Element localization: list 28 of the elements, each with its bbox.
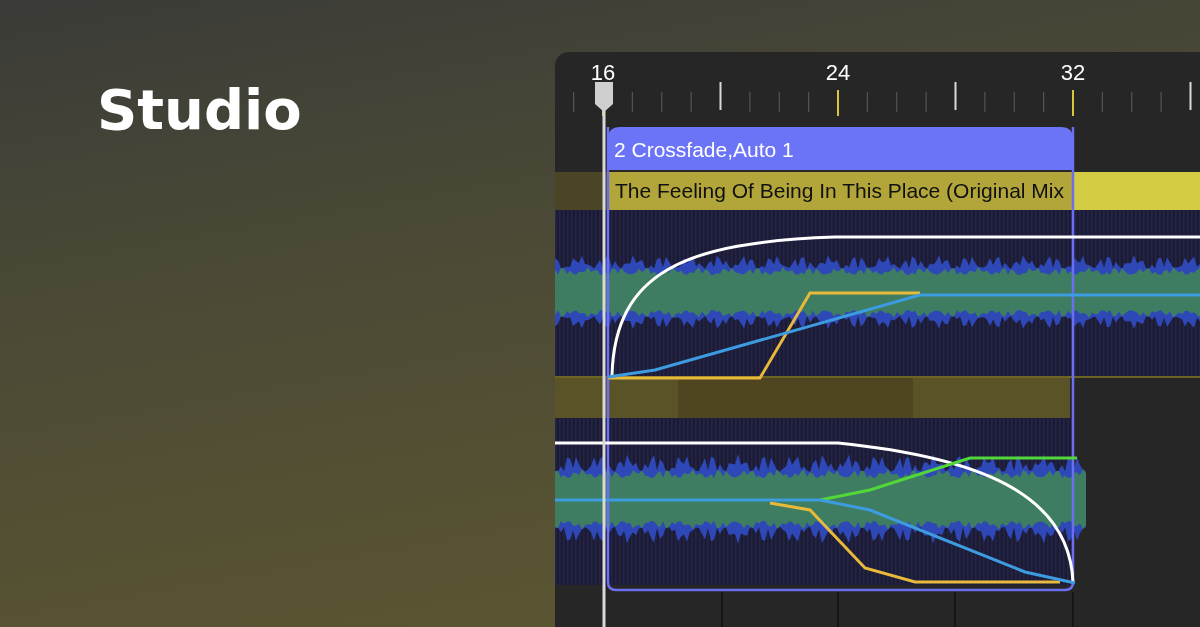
ruler-tick xyxy=(1131,91,1133,113)
playhead[interactable] xyxy=(595,82,613,627)
ruler-tick xyxy=(1160,91,1162,113)
region-name: The Feeling Of Being In This Place (Original Mix xyxy=(615,179,1064,202)
ruler-tick xyxy=(954,81,957,111)
ruler-tick xyxy=(690,91,692,113)
ruler-tick xyxy=(896,91,898,113)
ruler-tick xyxy=(866,91,868,113)
ruler-tick xyxy=(808,91,810,113)
bar-number: 32 xyxy=(1060,60,1086,85)
ruler-tick xyxy=(1101,91,1103,113)
ruler-tick xyxy=(1189,81,1192,111)
ruler-tick xyxy=(925,91,927,113)
ruler-tick xyxy=(1013,91,1015,113)
ruler-tick xyxy=(1072,89,1074,117)
ruler-tick xyxy=(573,91,575,113)
ruler-tick xyxy=(661,91,663,113)
bar-number: 24 xyxy=(825,60,851,85)
ruler-tick xyxy=(837,89,839,117)
clip-title: 2 Crossfade,Auto 1 xyxy=(614,138,794,161)
ruler-tick xyxy=(778,91,780,113)
hero-title: Studio xyxy=(97,82,303,138)
ruler-tick xyxy=(631,91,633,113)
ruler-tick xyxy=(719,81,722,111)
ruler-tick xyxy=(984,91,986,113)
bar-number: 16 xyxy=(590,60,616,85)
ruler-tick xyxy=(1043,91,1045,113)
ruler-tick xyxy=(749,91,751,113)
